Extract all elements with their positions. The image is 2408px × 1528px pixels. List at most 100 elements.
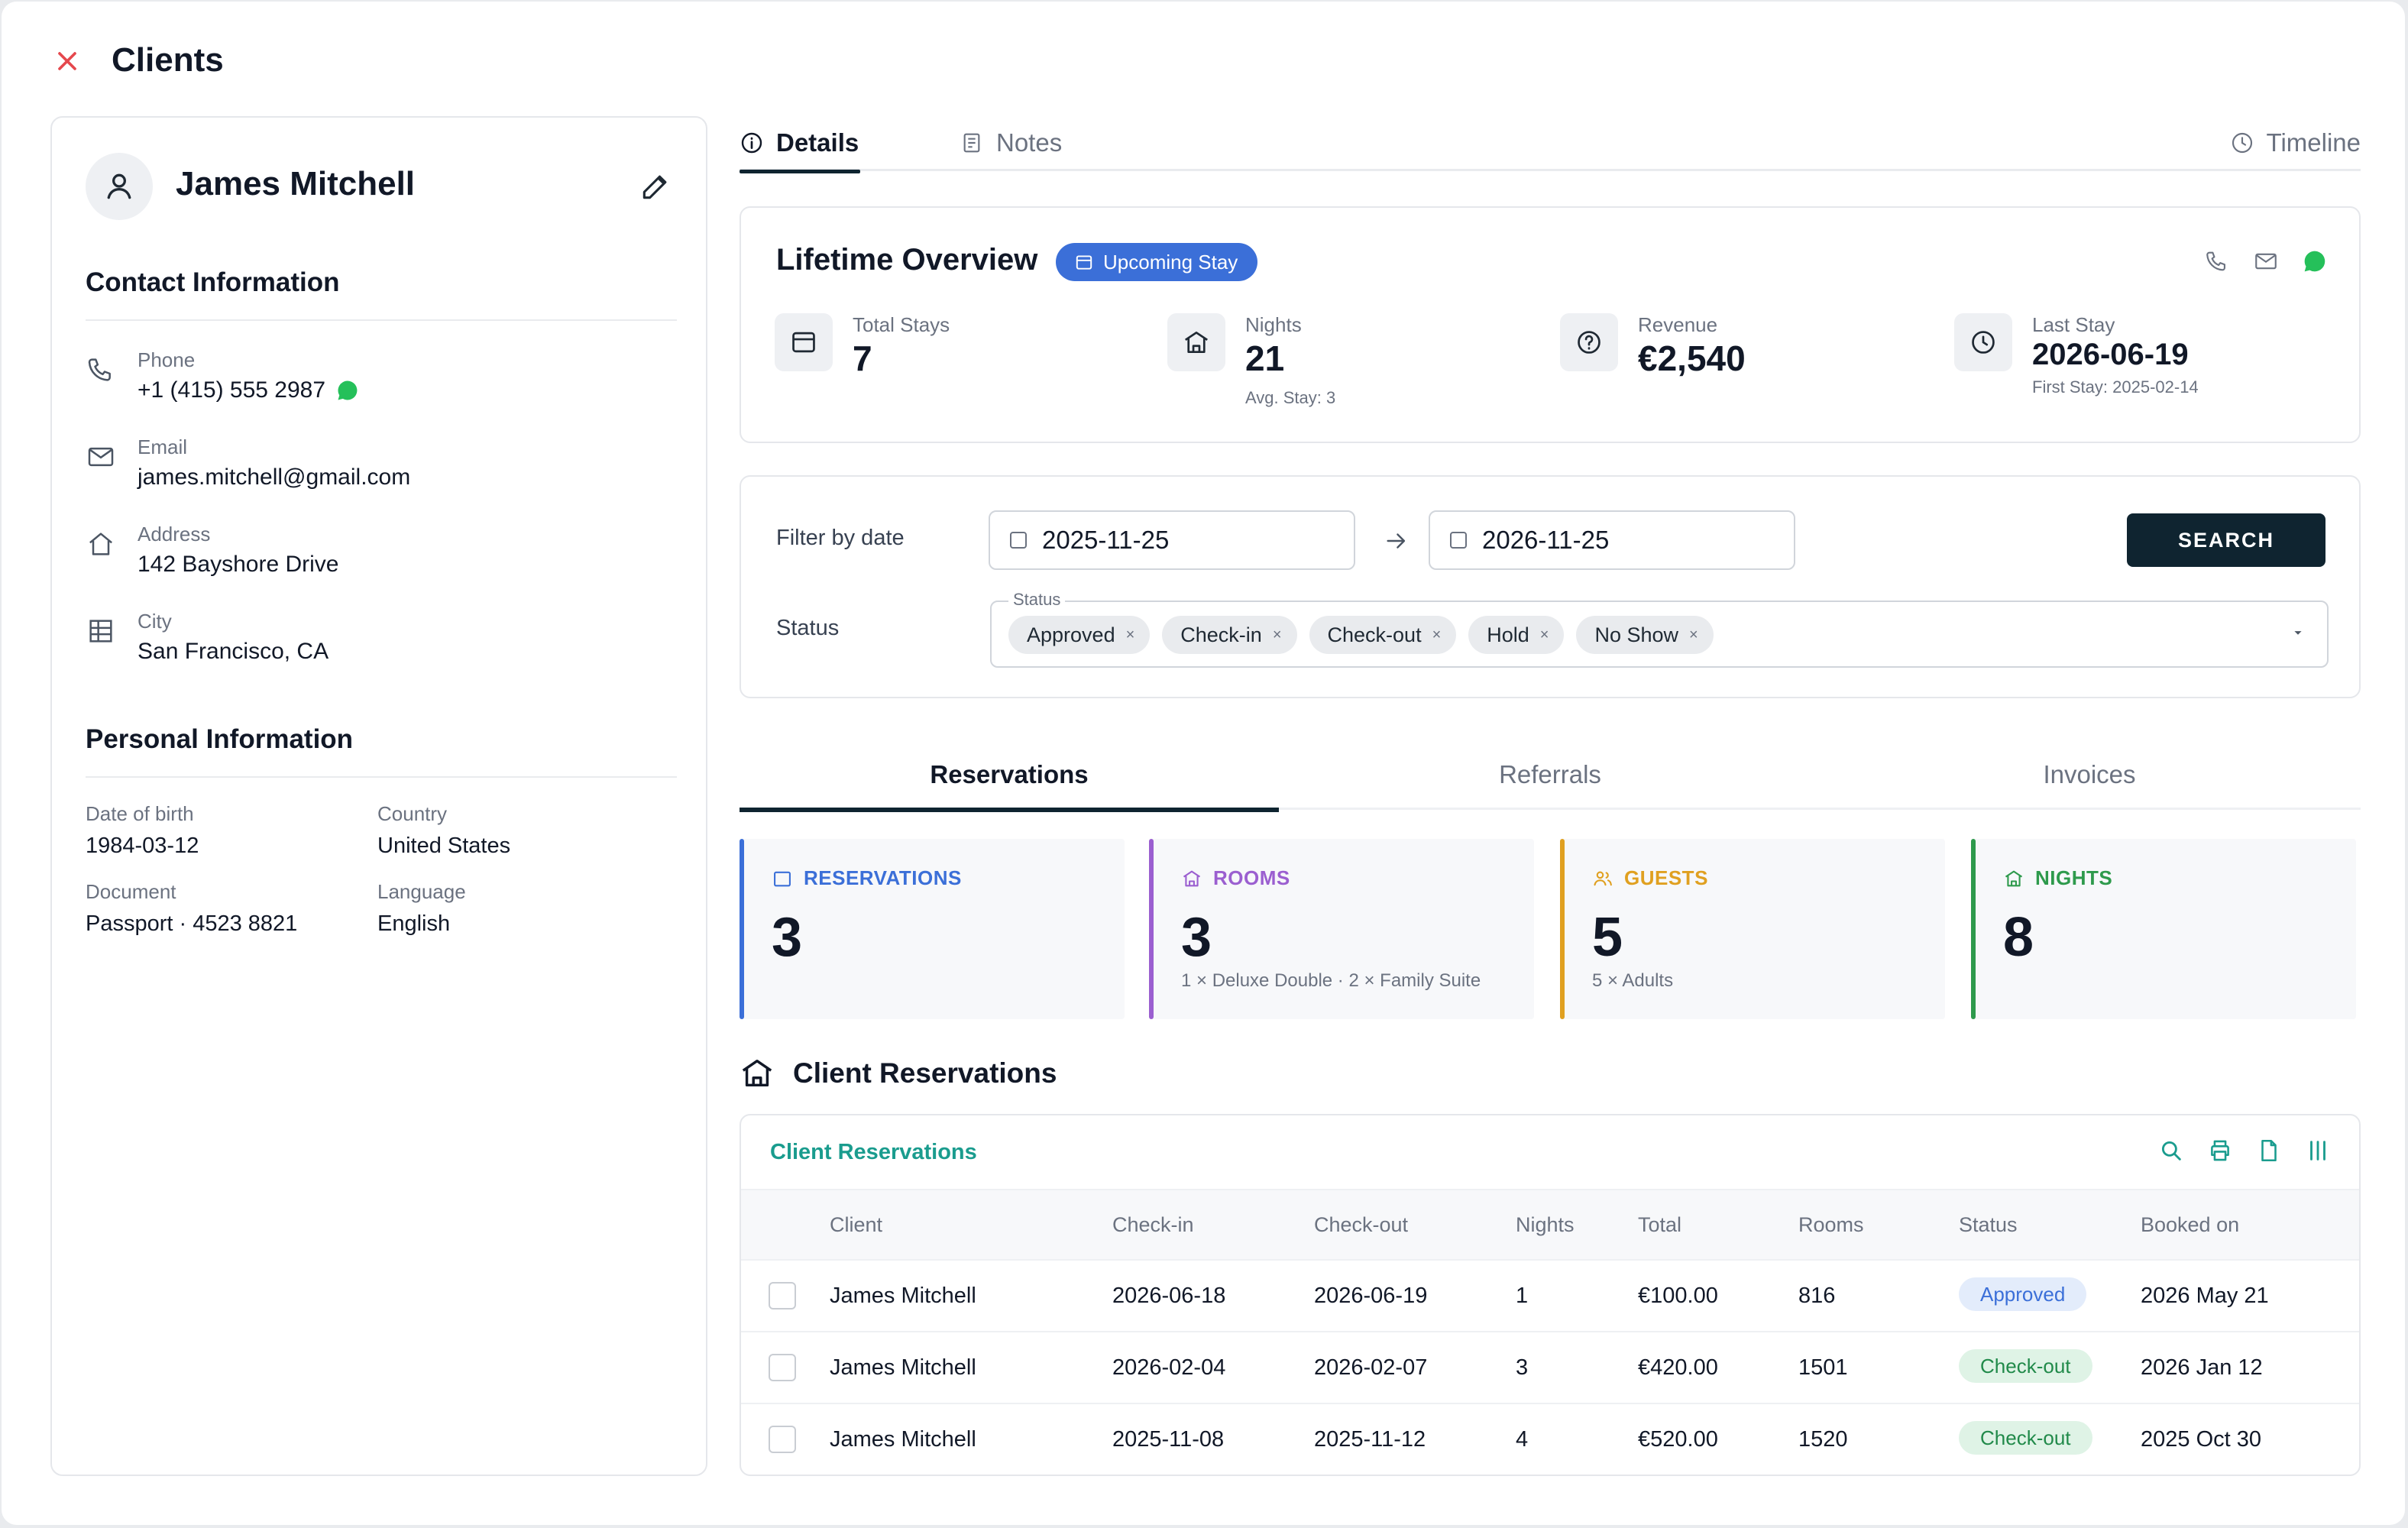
cell-rooms: 1501 bbox=[1798, 1355, 1848, 1380]
column-header[interactable]: Check-in bbox=[1112, 1213, 1194, 1237]
column-header[interactable]: Nights bbox=[1516, 1213, 1575, 1237]
tile-header: ROOMS bbox=[1181, 866, 1290, 890]
tab-notes[interactable]: Notes bbox=[960, 115, 1062, 171]
cell-total: €420.00 bbox=[1638, 1355, 1718, 1380]
caret-down-icon[interactable] bbox=[2289, 623, 2307, 642]
tab-notes-label: Notes bbox=[996, 128, 1063, 157]
status-chip-check-out[interactable]: Check-out × bbox=[1309, 616, 1457, 654]
chip-label: Check-in bbox=[1180, 623, 1262, 646]
mail-icon[interactable] bbox=[2252, 248, 2280, 275]
phone-icon bbox=[86, 354, 116, 385]
column-header[interactable]: Booked on bbox=[2141, 1213, 2239, 1237]
table-row[interactable]: James Mitchell 2026-06-18 2026-06-19 1 €… bbox=[741, 1261, 2359, 1332]
edit-icon[interactable] bbox=[636, 167, 675, 206]
divider bbox=[86, 776, 677, 778]
status-label: Status bbox=[776, 616, 840, 640]
column-header[interactable]: Rooms bbox=[1798, 1213, 1864, 1237]
tile-accent bbox=[1149, 839, 1154, 1019]
cell-rooms: 816 bbox=[1798, 1284, 1836, 1308]
row-checkbox[interactable] bbox=[769, 1282, 796, 1309]
phone-icon[interactable] bbox=[2203, 248, 2231, 275]
hotel-icon bbox=[1167, 313, 1225, 371]
phone-number[interactable]: +1 (415) 555 2987 bbox=[138, 377, 325, 403]
column-header[interactable]: Client bbox=[830, 1213, 882, 1237]
chip-label: Check-out bbox=[1327, 623, 1422, 646]
columns-icon[interactable] bbox=[2304, 1137, 2332, 1164]
tile-accent bbox=[1560, 839, 1565, 1019]
language-value: English bbox=[377, 911, 451, 936]
email-label: Email bbox=[138, 435, 188, 458]
chip-label: Approved bbox=[1027, 623, 1115, 646]
client-dialog: Clients James Mitchell Contact Informati… bbox=[2, 2, 2405, 1525]
users-icon bbox=[1592, 868, 1613, 889]
date-from-input[interactable]: 2025-11-25 bbox=[989, 510, 1355, 570]
stat-sub: First Stay: 2025-02-14 bbox=[2032, 377, 2199, 397]
search-button[interactable]: SEARCH bbox=[2127, 513, 2325, 567]
cell-nights: 1 bbox=[1516, 1284, 1529, 1308]
status-chip-no-show[interactable]: No Show × bbox=[1576, 616, 1714, 654]
page-title: Clients bbox=[112, 41, 224, 79]
tile-label: RESERVATIONS bbox=[804, 866, 962, 889]
table-row[interactable]: James Mitchell 2025-11-08 2025-11-12 4 €… bbox=[741, 1404, 2359, 1475]
status-chip-approved[interactable]: Approved × bbox=[1008, 616, 1151, 654]
chip-remove-icon[interactable]: × bbox=[1540, 626, 1549, 644]
country-field: Country United States bbox=[377, 802, 510, 859]
contact-information-title: Contact Information bbox=[86, 267, 340, 297]
avatar bbox=[86, 153, 153, 220]
status-chip-hold[interactable]: Hold × bbox=[1468, 616, 1565, 654]
reservation-tabs: Reservations Referrals Invoices bbox=[740, 740, 2361, 812]
column-header[interactable]: Total bbox=[1638, 1213, 1681, 1237]
tab-referrals[interactable]: Referrals bbox=[1280, 740, 1820, 810]
table-row[interactable]: James Mitchell 2026-02-04 2026-02-07 3 €… bbox=[741, 1332, 2359, 1404]
row-checkbox[interactable] bbox=[769, 1426, 796, 1453]
address-row: Address 142 Bayshore Drive bbox=[86, 523, 681, 591]
user-icon bbox=[107, 173, 131, 199]
tab-invoices[interactable]: Invoices bbox=[1820, 740, 2359, 810]
document-field: Document Passport · 4523 8821 bbox=[86, 880, 297, 937]
clock-icon bbox=[2230, 131, 2254, 155]
calendar-icon bbox=[1450, 532, 1467, 549]
whatsapp-icon[interactable] bbox=[336, 379, 359, 402]
email-row: Email james.mitchell@gmail.com bbox=[86, 435, 681, 504]
tab-details[interactable]: Details bbox=[740, 115, 860, 173]
cell-checkout: 2025-11-12 bbox=[1314, 1427, 1426, 1452]
info-icon bbox=[740, 131, 764, 155]
dob-value: 1984-03-12 bbox=[86, 834, 199, 858]
file-icon[interactable] bbox=[2255, 1137, 2283, 1164]
column-header[interactable]: Check-out bbox=[1314, 1213, 1408, 1237]
calendar-icon bbox=[1010, 532, 1027, 549]
tile-value: 3 bbox=[1181, 907, 1212, 968]
chip-remove-icon[interactable]: × bbox=[1432, 626, 1442, 644]
cell-total: €100.00 bbox=[1638, 1284, 1718, 1308]
tab-reservations[interactable]: Reservations bbox=[740, 740, 1279, 812]
stat-label: Nights bbox=[1245, 313, 1302, 336]
hotel-icon bbox=[1181, 868, 1202, 889]
status-chips: Approved × Check-in × Check-out × Hold × No … bbox=[1008, 616, 1714, 654]
tile-value: 3 bbox=[772, 907, 803, 968]
search-icon[interactable] bbox=[2157, 1137, 2185, 1164]
close-icon[interactable] bbox=[52, 46, 83, 76]
chip-remove-icon[interactable]: × bbox=[1689, 626, 1698, 644]
chip-remove-icon[interactable]: × bbox=[1126, 626, 1135, 644]
city-label: City bbox=[138, 610, 172, 633]
column-header[interactable]: Status bbox=[1959, 1213, 2018, 1237]
print-icon[interactable] bbox=[2206, 1137, 2234, 1164]
lifetime-overview-card: Lifetime Overview Upcoming Stay Total St… bbox=[740, 206, 2361, 443]
whatsapp-icon[interactable] bbox=[2301, 248, 2329, 275]
chip-label: Hold bbox=[1487, 623, 1529, 646]
status-legend: Status bbox=[1008, 590, 1066, 610]
email-value[interactable]: james.mitchell@gmail.com bbox=[138, 465, 410, 490]
tile-rooms: ROOMS 3 1 × Deluxe Double · 2 × Family S… bbox=[1149, 839, 1534, 1019]
status-chip-check-in[interactable]: Check-in × bbox=[1162, 616, 1297, 654]
reservations-table: Client Reservations Client Check-in Chec… bbox=[740, 1114, 2361, 1476]
cell-client: James Mitchell bbox=[830, 1427, 976, 1452]
chip-remove-icon[interactable]: × bbox=[1273, 626, 1282, 644]
note-icon bbox=[960, 131, 984, 155]
row-checkbox[interactable] bbox=[769, 1354, 796, 1381]
tile-accent bbox=[1971, 839, 1976, 1019]
stat-label: Revenue bbox=[1638, 313, 1718, 336]
date-to-input[interactable]: 2026-11-25 bbox=[1429, 510, 1795, 570]
status-multiselect[interactable]: Status Approved × Check-in × Check-out × Ho… bbox=[990, 590, 2329, 668]
cell-nights: 3 bbox=[1516, 1355, 1529, 1380]
tab-timeline[interactable]: Timeline bbox=[2230, 115, 2361, 171]
